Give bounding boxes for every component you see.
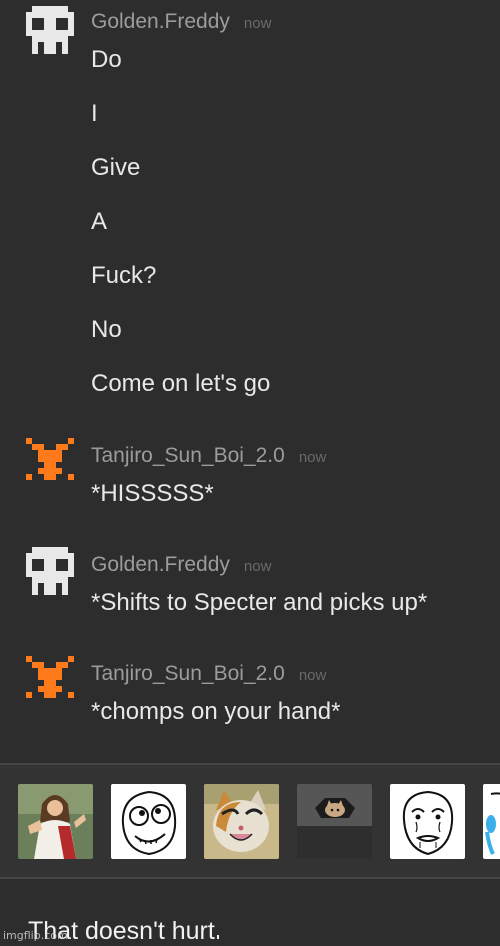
message-line: Fuck? — [91, 262, 157, 289]
username[interactable]: Tanjiro_Sun_Boi_2.0 — [91, 444, 285, 467]
message-line: A — [91, 208, 108, 235]
message-line: No — [91, 316, 122, 343]
pixel-creature-icon[interactable] — [26, 438, 74, 486]
username[interactable]: Golden.Freddy — [91, 553, 230, 576]
pixel-creature-icon[interactable] — [26, 656, 74, 704]
message-list: Golden.Freddy now Do I Give A Fuck? No Co… — [0, 0, 500, 762]
username[interactable]: Tanjiro_Sun_Boi_2.0 — [91, 662, 285, 685]
message-header: Tanjiro_Sun_Boi_2.0 now — [91, 444, 326, 468]
timestamp: now — [243, 15, 272, 32]
buddy-christ-meme-icon[interactable] — [18, 784, 93, 859]
message-line: *HISSSSS* — [91, 480, 214, 507]
message-header: Tanjiro_Sun_Boi_2.0 now — [91, 662, 326, 686]
message-line: I — [91, 100, 98, 127]
message-line: Do — [91, 46, 122, 73]
reaction-strip — [0, 765, 500, 877]
username[interactable]: Golden.Freddy — [91, 10, 230, 33]
ceiling-cat-meme-icon[interactable] — [297, 784, 372, 859]
message-line: Give — [91, 154, 141, 181]
chat-screenshot: Golden.Freddy now Do I Give A Fuck? No Co… — [0, 0, 500, 946]
timestamp: now — [298, 449, 327, 466]
caption-area: That doesn't hurt — [0, 879, 500, 946]
timestamp: now — [243, 558, 272, 575]
message-header: Golden.Freddy now — [91, 10, 271, 34]
message-header: Golden.Freddy now — [91, 553, 271, 577]
pixel-skull-icon[interactable] — [26, 547, 74, 595]
message-line: *chomps on your hand* — [91, 698, 341, 725]
pixel-skull-icon[interactable] — [26, 6, 74, 54]
watermark: imgflip.com — [3, 929, 68, 942]
happy-cat-meme-icon[interactable] — [204, 784, 279, 859]
message-line: *Shifts to Specter and picks up* — [91, 589, 428, 616]
okay-rage-face-icon[interactable] — [390, 784, 465, 859]
crying-face-meme-icon[interactable] — [483, 784, 500, 859]
message-line: Come on let's go — [91, 370, 271, 397]
timestamp: now — [298, 667, 327, 684]
derp-rage-face-icon[interactable] — [111, 784, 186, 859]
text-cursor — [216, 935, 219, 939]
